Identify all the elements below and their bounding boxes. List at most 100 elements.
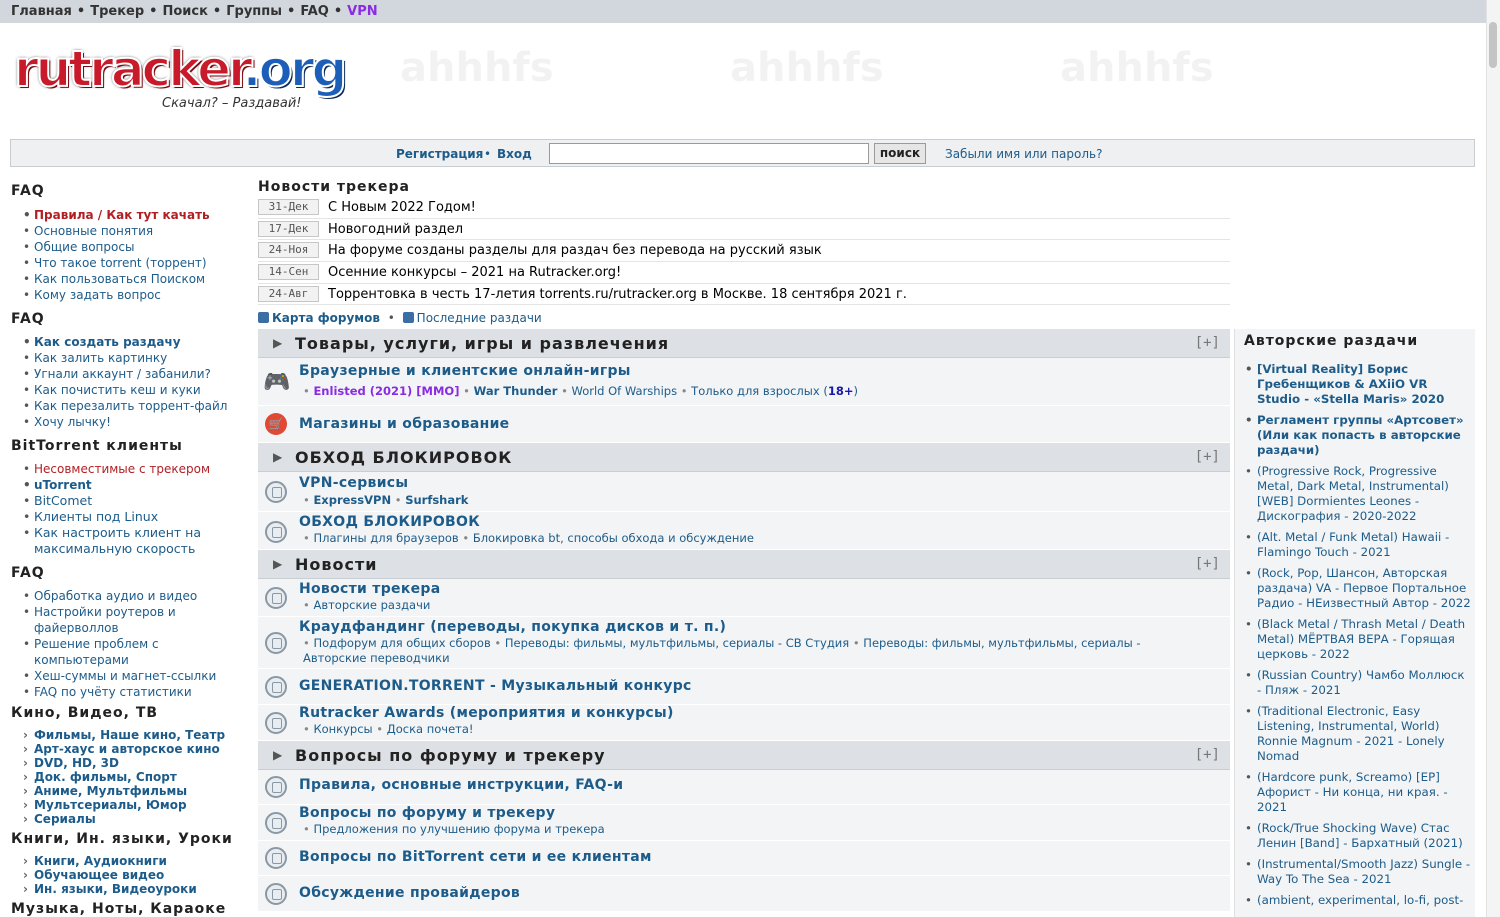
category-title[interactable]: ОБХОД БЛОКИРОВОК: [295, 448, 512, 467]
sidebar-link[interactable]: Что такое torrent (торрент): [11, 255, 251, 271]
sidebar-link[interactable]: Как создать раздачу: [11, 334, 251, 350]
sidebar-link[interactable]: Обработка аудио и видео: [11, 588, 251, 604]
forum-title[interactable]: Браузерные и клиентские онлайн-игры: [299, 363, 631, 379]
sidebar-link[interactable]: BitComet: [11, 493, 251, 509]
expand-button[interactable]: [+]: [1195, 556, 1220, 572]
subforum-link[interactable]: World Of Warships: [572, 384, 678, 398]
sidebar-link[interactable]: Как перезалить торрент-файл: [11, 398, 251, 414]
forum-title[interactable]: GENERATION.TORRENT - Музыкальный конкурс: [299, 678, 692, 694]
release-link[interactable]: (Alt. Metal / Funk Metal) Hawaii - Flami…: [1244, 530, 1472, 560]
nav-faq[interactable]: FAQ: [300, 4, 329, 19]
sidebar-link[interactable]: Основные понятия: [11, 223, 251, 239]
sidebar-link[interactable]: Арт-хаус и авторское кино: [11, 742, 251, 756]
forum-title[interactable]: Новости трекера: [299, 581, 441, 597]
sidebar-link[interactable]: FAQ по учёту статистики: [11, 684, 251, 700]
subforum-link[interactable]: Доска почета!: [387, 722, 474, 736]
news-link[interactable]: Новогодний раздел: [328, 222, 463, 237]
subforum-link[interactable]: Только для взрослых: [691, 384, 820, 398]
nav-tracker[interactable]: Трекер: [90, 4, 144, 19]
forum-title[interactable]: Вопросы по форуму и трекеру: [299, 805, 555, 821]
sidebar-link[interactable]: Обучающее видео: [11, 868, 251, 882]
nav-groups[interactable]: Группы: [226, 4, 282, 19]
news-link[interactable]: С Новым 2022 Годом!: [328, 200, 476, 215]
forum-map-link[interactable]: Карта форумов: [272, 311, 380, 325]
release-link[interactable]: (Traditional Electronic, Easy Listening,…: [1244, 704, 1472, 764]
login-link[interactable]: Вход: [497, 147, 532, 161]
sidebar-link[interactable]: Док. фильмы, Спорт: [11, 770, 251, 784]
sidebar-link[interactable]: Хочу лычку!: [11, 414, 251, 430]
latest-releases-link[interactable]: Последние раздачи: [417, 311, 542, 325]
forum-title[interactable]: Rutracker Awards (мероприятия и конкурсы…: [299, 705, 674, 721]
forum-category[interactable]: ▶ Товары, услуги, игры и развлечения [+]: [258, 329, 1230, 358]
forum-title[interactable]: Вопросы по BitTorrent сети и ее клиентам: [299, 849, 652, 865]
sidebar-link[interactable]: Хеш-суммы и магнет-ссылки: [11, 668, 251, 684]
subforum-link[interactable]: Подфорум для общих сборов: [313, 636, 490, 650]
sidebar-link[interactable]: Несовместимые с трекером: [11, 461, 251, 477]
sidebar-link[interactable]: Ин. языки, Видеоуроки: [11, 882, 251, 896]
subforum-link[interactable]: Переводы: фильмы, мультфильмы, сериалы -…: [505, 636, 849, 650]
category-title[interactable]: Вопросы по форуму и трекеру: [295, 746, 606, 765]
sidebar-link[interactable]: Как настроить клиент на максимальную ско…: [11, 525, 251, 557]
release-link[interactable]: (Instrumental/Smooth Jazz) Sungle - Way …: [1244, 857, 1472, 887]
forum-category[interactable]: ▶ Вопросы по форуму и трекеру [+]: [258, 741, 1230, 770]
category-title[interactable]: Новости: [295, 555, 377, 574]
page-scrollbar[interactable]: [1486, 0, 1500, 917]
forum-title[interactable]: VPN-сервисы: [299, 475, 408, 491]
sidebar-link[interactable]: Решение проблем с компьютерами: [11, 636, 251, 668]
forum-title[interactable]: ОБХОД БЛОКИРОВОК: [299, 514, 480, 530]
scrollbar-thumb[interactable]: [1489, 22, 1497, 68]
search-button[interactable]: поиск: [874, 143, 926, 164]
subforum-link[interactable]: Блокировка bt, способы обхода и обсужден…: [473, 531, 754, 545]
sidebar-link[interactable]: Мультсериалы, Юмор: [11, 798, 251, 812]
release-link[interactable]: (Hardcore punk, Screamo) [EP] Афорист - …: [1244, 770, 1472, 815]
sidebar-link[interactable]: Фильмы, Наше кино, Театр: [11, 728, 251, 742]
release-link[interactable]: (Rock, Pop, Шансон, Авторская раздача) V…: [1244, 566, 1472, 611]
site-logo[interactable]: rutracker.org Скачал? – Раздавай!: [13, 39, 348, 120]
expand-button[interactable]: [+]: [1195, 747, 1220, 763]
sidebar-link[interactable]: Настройки роутеров и файерволлов: [11, 604, 251, 636]
subforum-link[interactable]: Авторские раздачи: [313, 598, 430, 612]
forum-category[interactable]: ▶ ОБХОД БЛОКИРОВОК [+]: [258, 443, 1230, 472]
release-link[interactable]: (Russian Country) Чамбо Моллюск - Пляж -…: [1244, 668, 1472, 698]
news-link[interactable]: Торрентовка в честь 17-летия torrents.ru…: [328, 287, 907, 302]
sidebar-link[interactable]: uTorrent: [11, 477, 251, 493]
sidebar-link[interactable]: Угнали аккаунт / забанили?: [11, 366, 251, 382]
subforum-link[interactable]: Предложения по улучшению форума и трекер…: [313, 822, 604, 836]
forum-title[interactable]: Магазины и образование: [299, 416, 509, 432]
sidebar-link[interactable]: Клиенты под Linux: [11, 509, 251, 525]
release-link[interactable]: (Black Metal / Thrash Metal / Death Meta…: [1244, 617, 1472, 662]
sidebar-link[interactable]: Как залить картинку: [11, 350, 251, 366]
search-input[interactable]: [549, 143, 869, 164]
forgot-password-link[interactable]: Забыли имя или пароль?: [945, 147, 1102, 161]
sidebar-link[interactable]: Книги, Аудиокниги: [11, 854, 251, 868]
subforum-link[interactable]: War Thunder: [474, 384, 558, 398]
release-link[interactable]: (ambient, experimental, lo-fi, post-: [1244, 893, 1472, 908]
subforum-link[interactable]: Плагины для браузеров: [313, 531, 458, 545]
release-link[interactable]: (Rock/True Shocking Wave) Стас Ленин [Ba…: [1244, 821, 1472, 851]
forum-category[interactable]: ▶ Новости [+]: [258, 550, 1230, 579]
expand-button[interactable]: [+]: [1195, 449, 1220, 465]
expand-button[interactable]: [+]: [1195, 335, 1220, 351]
forum-title[interactable]: Обсуждение провайдеров: [299, 885, 520, 901]
sidebar-link[interactable]: Кому задать вопрос: [11, 287, 251, 303]
sidebar-link[interactable]: Сериалы: [11, 812, 251, 826]
nav-search[interactable]: Поиск: [162, 4, 207, 19]
sidebar-link[interactable]: Как пользоваться Поиском: [11, 271, 251, 287]
nav-home[interactable]: Главная: [11, 4, 72, 19]
subforum-link[interactable]: Surfshark: [405, 493, 468, 507]
sidebar-link[interactable]: Как почистить кеш и куки: [11, 382, 251, 398]
subforum-link[interactable]: Конкурсы: [313, 722, 372, 736]
news-link[interactable]: Осенние конкурсы – 2021 на Rutracker.org…: [328, 265, 621, 280]
sidebar-link[interactable]: Аниме, Мультфильмы: [11, 784, 251, 798]
subforum-link[interactable]: Enlisted (2021) [MMO]: [313, 384, 459, 398]
sidebar-link[interactable]: Общие вопросы: [11, 239, 251, 255]
subforum-link[interactable]: ExpressVPN: [313, 493, 391, 507]
release-link[interactable]: [Virtual Reality] Борис Гребенщиков & AX…: [1244, 362, 1472, 407]
nav-vpn[interactable]: VPN: [347, 4, 377, 19]
news-link[interactable]: На форуме созданы разделы для раздач без…: [328, 243, 822, 258]
register-link[interactable]: Регистрация: [396, 147, 483, 161]
category-title[interactable]: Товары, услуги, игры и развлечения: [295, 334, 669, 353]
forum-title[interactable]: Краудфандинг (переводы, покупка дисков и…: [299, 619, 726, 635]
sidebar-link[interactable]: DVD, HD, 3D: [11, 756, 251, 770]
release-link[interactable]: (Progressive Rock, Progressive Metal, Da…: [1244, 464, 1472, 524]
